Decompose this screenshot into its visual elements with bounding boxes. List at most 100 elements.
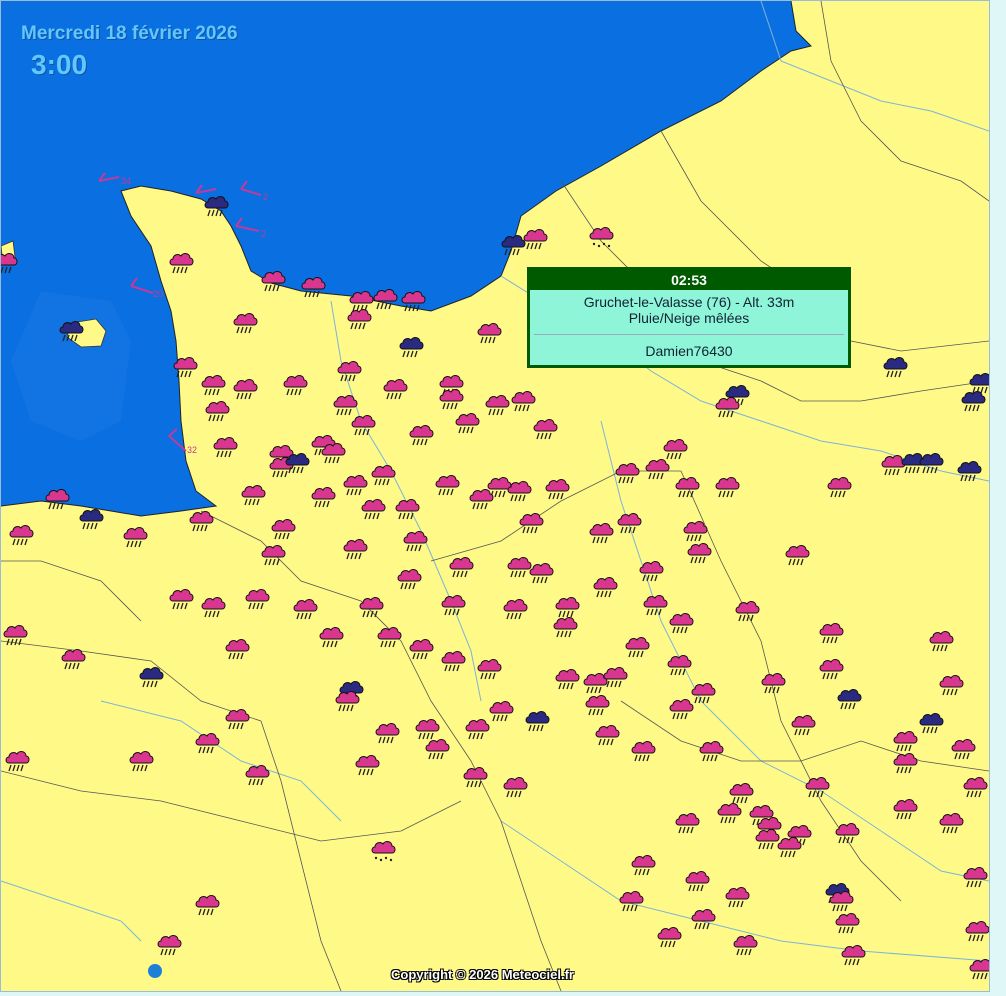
rain-cloud-icon[interactable] [950, 737, 976, 761]
rain-cloud-icon[interactable] [502, 775, 528, 799]
rain-cloud-icon[interactable] [528, 561, 554, 585]
rain-cloud-icon[interactable] [232, 311, 258, 335]
rain-cloud-icon[interactable] [370, 463, 396, 487]
rain-cloud-icon[interactable] [714, 475, 740, 499]
dark-rain-cloud-icon[interactable] [956, 459, 982, 483]
rain-cloud-icon[interactable] [682, 519, 708, 543]
rain-cloud-icon[interactable] [204, 399, 230, 423]
dark-rain-cloud-icon[interactable] [284, 451, 310, 475]
dark-rain-cloud-icon[interactable] [918, 451, 944, 475]
rain-cloud-icon[interactable] [616, 511, 642, 535]
rain-cloud-icon[interactable] [156, 933, 182, 957]
rain-cloud-icon[interactable] [60, 647, 86, 671]
dark-rain-cloud-icon[interactable] [524, 709, 550, 733]
rain-cloud-icon[interactable] [618, 889, 644, 913]
rain-cloud-icon[interactable] [818, 621, 844, 645]
rain-cloud-icon[interactable] [732, 933, 758, 957]
rain-cloud-icon[interactable] [122, 525, 148, 549]
rain-cloud-icon[interactable] [2, 623, 28, 647]
rain-cloud-icon[interactable] [734, 599, 760, 623]
rain-cloud-icon[interactable] [892, 729, 918, 753]
rain-cloud-icon[interactable] [376, 625, 402, 649]
rain-cloud-icon[interactable] [282, 373, 308, 397]
rain-cloud-icon[interactable] [360, 497, 386, 521]
rain-cloud-icon[interactable] [350, 413, 376, 437]
rain-cloud-icon[interactable] [544, 477, 570, 501]
rain-cloud-icon[interactable] [8, 523, 34, 547]
rain-cloud-icon[interactable] [532, 417, 558, 441]
rain-cloud-icon[interactable] [644, 457, 670, 481]
rain-cloud-icon[interactable] [342, 537, 368, 561]
rain-cloud-icon[interactable] [172, 355, 198, 379]
rain-cloud-icon[interactable] [804, 775, 830, 799]
rain-cloud-icon[interactable] [686, 541, 712, 565]
rain-cloud-icon[interactable] [840, 943, 866, 967]
rain-cloud-icon[interactable] [188, 509, 214, 533]
rain-cloud-icon[interactable] [440, 593, 466, 617]
rain-cloud-icon[interactable] [354, 753, 380, 777]
rain-cloud-icon[interactable] [200, 595, 226, 619]
rain-cloud-icon[interactable] [438, 387, 464, 411]
rain-cloud-icon[interactable] [938, 673, 964, 697]
rain-cloud-icon[interactable] [784, 543, 810, 567]
rain-cloud-icon[interactable] [240, 483, 266, 507]
rain-cloud-icon[interactable] [828, 889, 854, 913]
rain-cloud-icon[interactable] [488, 699, 514, 723]
rain-cloud-icon[interactable] [834, 911, 860, 935]
rain-cloud-icon[interactable] [642, 593, 668, 617]
rain-cloud-icon[interactable] [244, 587, 270, 611]
dark-rain-cloud-icon[interactable] [836, 687, 862, 711]
sleet-cloud-icon[interactable] [588, 225, 614, 249]
rain-cloud-icon[interactable] [358, 595, 384, 619]
rain-cloud-icon[interactable] [408, 637, 434, 661]
dark-rain-cloud-icon[interactable] [398, 335, 424, 359]
rain-cloud-icon[interactable] [372, 287, 398, 311]
weather-map[interactable]: Mercredi 18 février 2026 3:00 34 2 2 20 … [0, 0, 990, 992]
rain-cloud-icon[interactable] [44, 487, 70, 511]
rain-cloud-icon[interactable] [690, 907, 716, 931]
dark-rain-cloud-icon[interactable] [960, 389, 986, 413]
rain-cloud-icon[interactable] [300, 275, 326, 299]
rain-cloud-icon[interactable] [476, 321, 502, 345]
rain-cloud-icon[interactable] [292, 597, 318, 621]
rain-cloud-icon[interactable] [194, 731, 220, 755]
rain-cloud-icon[interactable] [468, 487, 494, 511]
rain-cloud-icon[interactable] [260, 543, 286, 567]
rain-cloud-icon[interactable] [4, 749, 30, 773]
dark-rain-cloud-icon[interactable] [58, 319, 84, 343]
rain-cloud-icon[interactable] [336, 359, 362, 383]
rain-cloud-icon[interactable] [614, 461, 640, 485]
rain-cloud-icon[interactable] [194, 893, 220, 917]
rain-cloud-icon[interactable] [674, 811, 700, 835]
rain-cloud-icon[interactable] [554, 667, 580, 691]
rain-cloud-icon[interactable] [476, 657, 502, 681]
rain-cloud-icon[interactable] [244, 763, 270, 787]
rain-cloud-icon[interactable] [892, 751, 918, 775]
rain-cloud-icon[interactable] [1, 251, 18, 275]
rain-cloud-icon[interactable] [962, 865, 988, 889]
rain-cloud-icon[interactable] [714, 395, 740, 419]
rain-cloud-icon[interactable] [200, 373, 226, 397]
rain-cloud-icon[interactable] [938, 811, 964, 835]
rain-cloud-icon[interactable] [588, 521, 614, 545]
rain-cloud-icon[interactable] [394, 497, 420, 521]
rain-cloud-icon[interactable] [552, 615, 578, 639]
dark-rain-cloud-icon[interactable] [882, 355, 908, 379]
rain-cloud-icon[interactable] [424, 737, 450, 761]
rain-cloud-icon[interactable] [454, 411, 480, 435]
rain-cloud-icon[interactable] [434, 473, 460, 497]
rain-cloud-icon[interactable] [506, 479, 532, 503]
rain-cloud-icon[interactable] [382, 377, 408, 401]
rain-cloud-icon[interactable] [408, 423, 434, 447]
dark-rain-cloud-icon[interactable] [203, 194, 229, 218]
rain-cloud-icon[interactable] [594, 723, 620, 747]
rain-cloud-icon[interactable] [484, 393, 510, 417]
rain-cloud-icon[interactable] [928, 629, 954, 653]
rain-cloud-icon[interactable] [518, 511, 544, 535]
rain-cloud-icon[interactable] [334, 689, 360, 713]
sleet-cloud-icon[interactable] [370, 839, 396, 863]
rain-cloud-icon[interactable] [440, 649, 466, 673]
rain-cloud-icon[interactable] [346, 307, 372, 331]
rain-cloud-icon[interactable] [684, 869, 710, 893]
rain-cloud-icon[interactable] [592, 575, 618, 599]
